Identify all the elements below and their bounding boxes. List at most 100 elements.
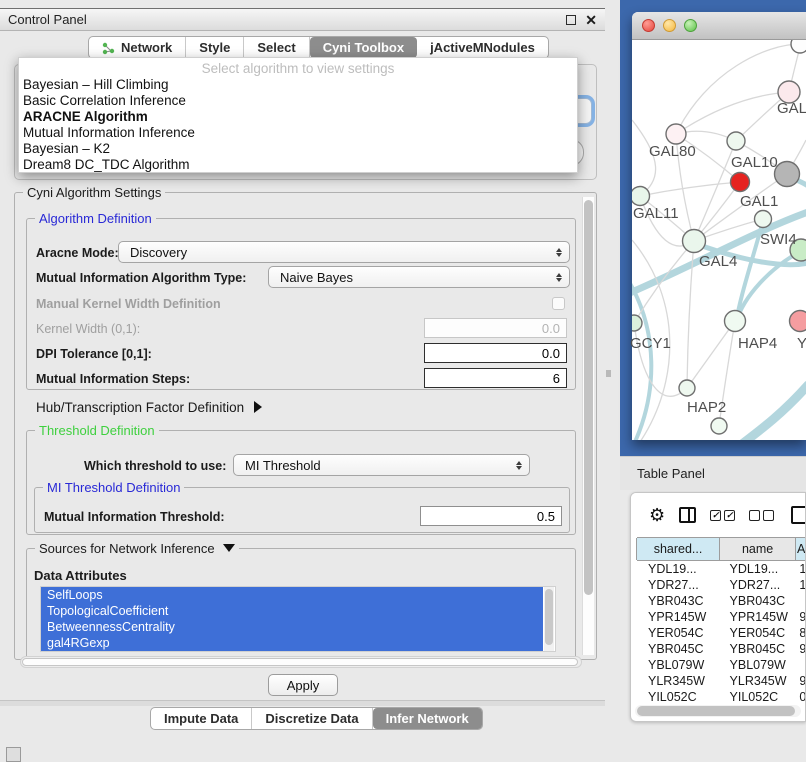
control-panel-tabbar: Network Style Select Cyni Toolbox jActiv… xyxy=(88,36,549,59)
cell: YBR043C xyxy=(637,593,720,609)
cell: YDL19... xyxy=(720,561,796,577)
tab-label: Discretize Data xyxy=(265,711,358,726)
dpi-tolerance-field[interactable] xyxy=(424,343,567,363)
tab-label: Impute Data xyxy=(164,711,238,726)
cell: YLR345W xyxy=(637,673,720,689)
table-row[interactable]: YDL19... YDL19... 13 xyxy=(637,561,806,577)
table-header-row: shared... name A xyxy=(637,538,806,561)
traffic-red-icon[interactable] xyxy=(642,19,655,32)
tab-infer-network[interactable]: Infer Network xyxy=(373,708,482,729)
data-attributes-list[interactable]: SelfLoops TopologicalCoefficient Between… xyxy=(40,586,556,652)
node-label-gal80: GAL80 xyxy=(649,143,696,160)
table-panel-window: ⚙ ✓✓ shared... name A YDL19... YDL19... … xyxy=(630,492,806,722)
node-hap4 xyxy=(725,311,746,332)
mini-panel-button[interactable] xyxy=(6,747,21,762)
tab-impute-data[interactable]: Impute Data xyxy=(151,708,252,729)
screen: Control Panel ✕ Network Style Select Cyn… xyxy=(0,0,806,762)
tab-network[interactable]: Network xyxy=(89,37,186,58)
cell: 13 xyxy=(795,561,806,577)
cell: 12 xyxy=(795,577,806,593)
tab-select[interactable]: Select xyxy=(244,37,309,58)
close-icon[interactable]: ✕ xyxy=(585,15,597,25)
which-threshold-combo[interactable]: MI Threshold xyxy=(233,454,530,476)
expanded-arrow-icon xyxy=(223,544,235,552)
menu-item-aracne[interactable]: ARACNE Algorithm xyxy=(19,109,577,125)
list-item-selfloops[interactable]: SelfLoops xyxy=(41,587,543,603)
node-gcy1 xyxy=(632,315,642,331)
menu-item-dream8[interactable]: Dream8 DC_TDC Algorithm xyxy=(19,157,577,173)
menu-item-bayesian-hill-climbing[interactable]: Bayesian – Hill Climbing xyxy=(19,77,577,93)
mi-steps-field[interactable] xyxy=(424,368,567,388)
tab-discretize-data[interactable]: Discretize Data xyxy=(252,708,372,729)
cell: 9. xyxy=(795,609,806,625)
mi-algorithm-type-value: Naive Bayes xyxy=(280,270,353,285)
traffic-green-icon[interactable] xyxy=(684,19,697,32)
table-row[interactable]: YDR27... YDR27... 12 xyxy=(637,577,806,593)
threshold-definition-title: Threshold Definition xyxy=(35,423,159,438)
algorithm-dropdown-menu: Select algorithm to view settings Bayesi… xyxy=(18,57,578,173)
tab-style[interactable]: Style xyxy=(186,37,244,58)
node-label-gal4: GAL4 xyxy=(699,253,737,270)
network-tab-icon xyxy=(102,41,115,55)
table-row[interactable]: YLR345W YLR345W 9. xyxy=(637,673,806,689)
table-row[interactable]: YBR043C YBR043C xyxy=(637,593,806,609)
menu-item-basic-correlation[interactable]: Basic Correlation Inference xyxy=(19,93,577,109)
tab-label: Network xyxy=(121,40,172,55)
menu-item-bayesian-k2[interactable]: Bayesian – K2 xyxy=(19,141,577,157)
hub-section-header[interactable]: Hub/Transcription Factor Definition xyxy=(36,400,262,415)
checked-boxes-icon[interactable]: ✓✓ xyxy=(710,510,735,521)
aracne-mode-value: Discovery xyxy=(130,245,187,260)
document-icon[interactable] xyxy=(791,506,806,524)
mi-algorithm-type-combo[interactable]: Naive Bayes xyxy=(268,266,570,288)
table-row[interactable]: YBR045C YBR045C 9. xyxy=(637,641,806,657)
splitter-handle[interactable] xyxy=(606,370,611,377)
list-item-topologicalcoefficient[interactable]: TopologicalCoefficient xyxy=(41,603,543,619)
mi-threshold-field[interactable] xyxy=(420,506,562,526)
cell: YDR27... xyxy=(637,577,720,593)
scrollbar-thumb[interactable] xyxy=(637,706,795,716)
float-icon[interactable] xyxy=(566,15,576,25)
table-body: YDL19... YDL19... 13 YDR27... YDR27... 1… xyxy=(637,561,806,705)
list-vertical-scrollbar[interactable] xyxy=(544,587,554,651)
column-header-partial[interactable]: A xyxy=(795,538,806,560)
columns-icon[interactable] xyxy=(679,507,696,523)
aracne-mode-combo[interactable]: Discovery xyxy=(118,241,570,263)
manual-kernel-checkbox[interactable] xyxy=(552,297,565,310)
tab-jactivemnodules[interactable]: jActiveMNodules xyxy=(417,37,548,58)
network-window[interactable] xyxy=(632,12,806,440)
scrollbar-thumb[interactable] xyxy=(584,200,593,595)
apply-button[interactable]: Apply xyxy=(268,674,338,696)
scrollbar-thumb[interactable] xyxy=(22,658,578,666)
table-row[interactable]: YIL052C YIL052C 0. xyxy=(637,689,806,705)
sources-title[interactable]: Sources for Network Inference xyxy=(35,541,239,556)
list-item-betweennesscentrality[interactable]: BetweennessCentrality xyxy=(41,619,543,635)
list-item-gal4rgexp[interactable]: gal4RGexp xyxy=(41,635,543,651)
manual-kernel-label: Manual Kernel Width Definition xyxy=(36,297,221,311)
settings-horizontal-scrollbar[interactable] xyxy=(20,656,582,668)
menu-item-mutual-information[interactable]: Mutual Information Inference xyxy=(19,125,577,141)
cell xyxy=(795,593,806,609)
table-horizontal-scrollbar[interactable] xyxy=(635,705,801,717)
node-label-gal10: GAL10 xyxy=(731,154,778,171)
traffic-yellow-icon[interactable] xyxy=(663,19,676,32)
kernel-width-field[interactable] xyxy=(424,318,567,338)
table-row[interactable]: YPR145W YPR145W 9. xyxy=(637,609,806,625)
node-label-gal1: GAL1 xyxy=(740,193,778,210)
tab-label: Style xyxy=(199,40,230,55)
node-label-gal11: GAL11 xyxy=(633,205,679,222)
network-window-titlebar[interactable] xyxy=(632,12,806,40)
table-row[interactable]: YBL079W YBL079W xyxy=(637,657,806,673)
scrollbar-thumb[interactable] xyxy=(545,589,553,645)
unchecked-boxes-icon[interactable] xyxy=(749,510,774,521)
mi-algorithm-type-label: Mutual Information Algorithm Type: xyxy=(36,271,246,285)
cell: YBR045C xyxy=(637,641,720,657)
gear-icon[interactable]: ⚙ xyxy=(649,506,665,524)
table-panel-titlebar: Table Panel xyxy=(620,456,806,490)
settings-vertical-scrollbar[interactable] xyxy=(582,197,594,655)
tab-cyni-toolbox[interactable]: Cyni Toolbox xyxy=(310,37,417,58)
table-row[interactable]: YER054C YER054C 8. xyxy=(637,625,806,641)
column-header-shared[interactable]: shared... xyxy=(636,538,720,560)
settings-group-title: Cyni Algorithm Settings xyxy=(23,185,165,200)
cell: YDL19... xyxy=(637,561,720,577)
column-header-name[interactable]: name xyxy=(719,538,796,560)
